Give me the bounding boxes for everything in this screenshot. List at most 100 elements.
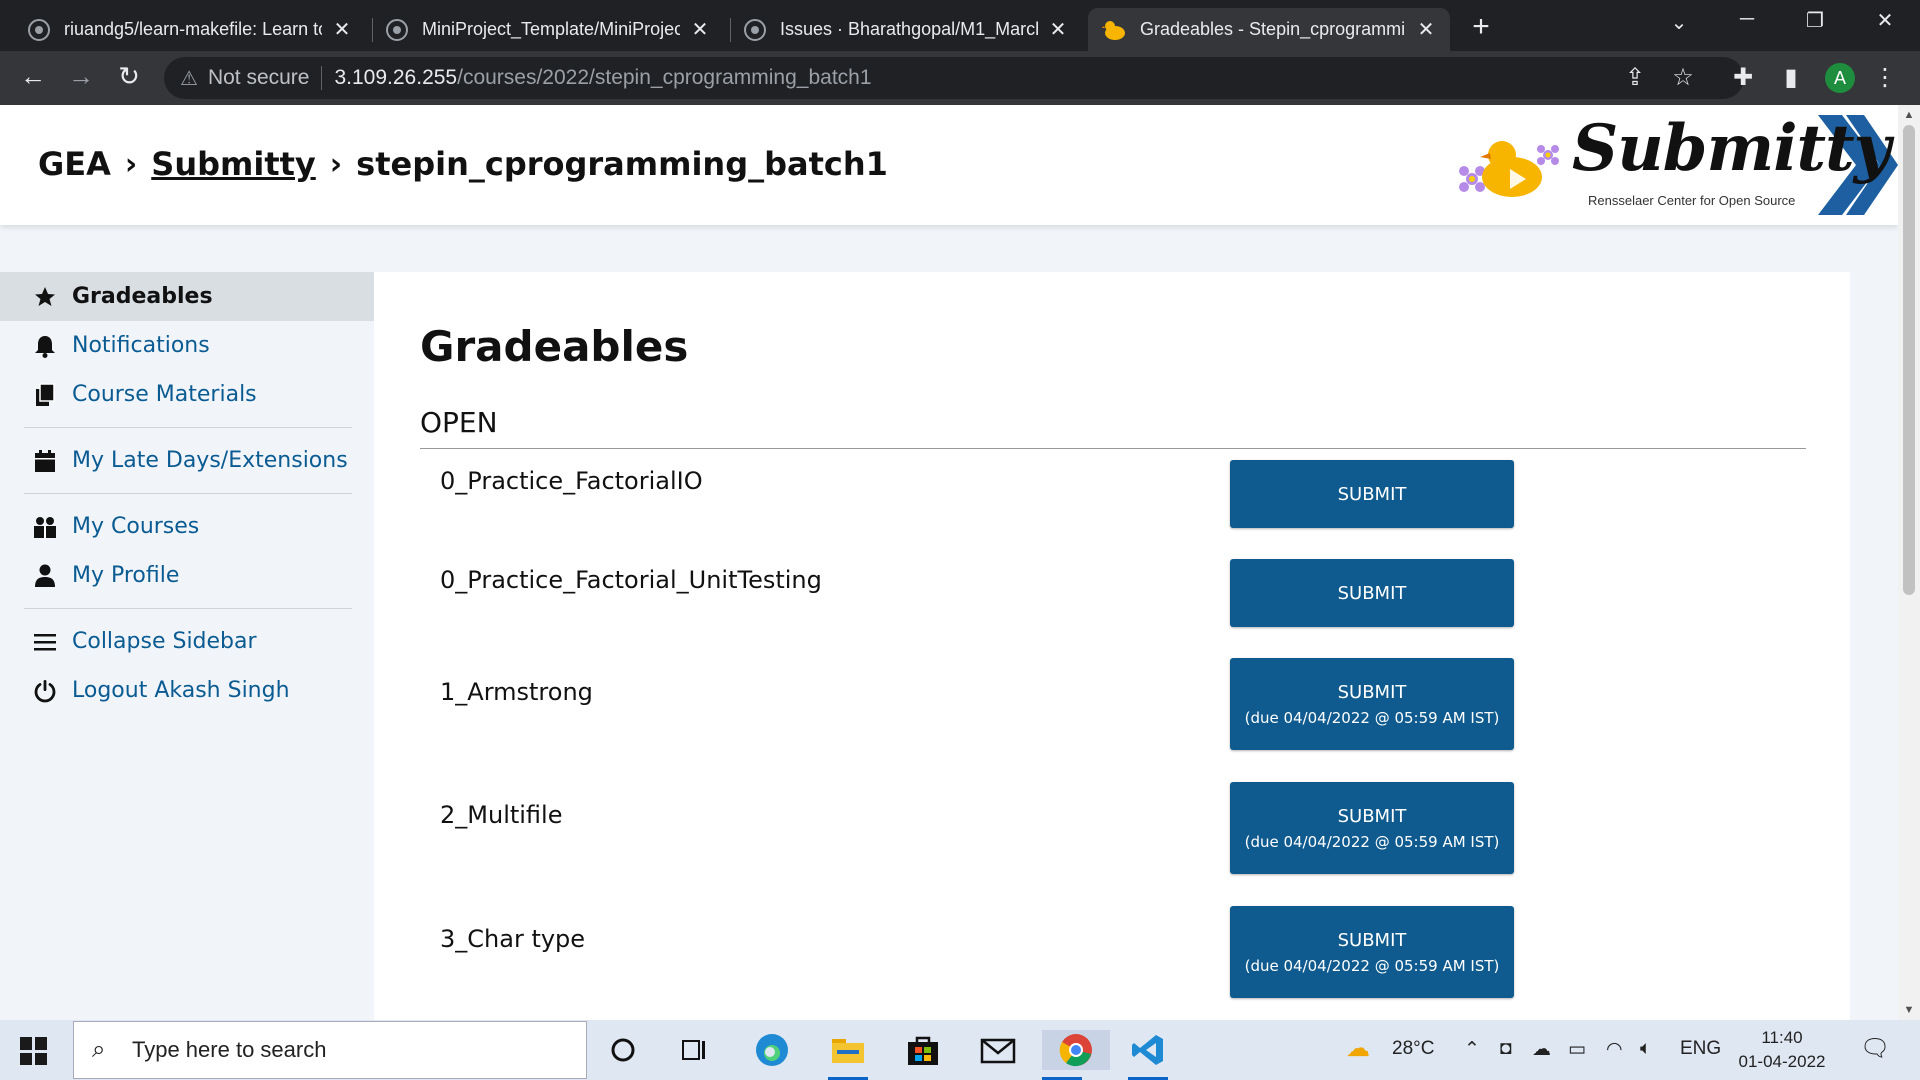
edge-icon[interactable]	[752, 1030, 792, 1070]
submit-button[interactable]: SUBMIT (due 04/04/2022 @ 05:59 AM IST)	[1230, 782, 1514, 874]
tab-title: riuandg5/learn-makefile: Learn to	[64, 19, 322, 39]
side-panel-icon[interactable]: ▮	[1776, 63, 1806, 92]
cortana-icon[interactable]	[603, 1030, 643, 1070]
clock-time: 11:40	[1761, 1028, 1803, 1047]
sidebar-item-label: Notifications	[72, 333, 210, 358]
sidebar-item-late-days[interactable]: My Late Days/Extensions	[0, 436, 374, 485]
submit-button-label: SUBMIT	[1337, 805, 1407, 827]
gradeable-name: 0_Practice_FactorialIO	[440, 467, 703, 495]
url-host: 3.109.26.255	[334, 66, 458, 89]
restore-icon[interactable]: ❐	[1800, 8, 1830, 33]
address-bar[interactable]: ⚠ Not secure 3.109.26.255 /courses/2022/…	[164, 57, 1744, 99]
scrollbar-thumb[interactable]	[1903, 125, 1915, 595]
page-scrollbar[interactable]: ▲ ▼	[1898, 105, 1920, 1020]
browser-toolbar: ← → ↻ ⚠ Not secure 3.109.26.255 /courses…	[0, 51, 1920, 105]
meet-now-icon[interactable]: ◘	[1500, 1038, 1511, 1060]
address-divider	[321, 66, 323, 90]
close-icon[interactable]: ✕	[332, 17, 352, 42]
notification-center-icon[interactable]: 🗨︎	[1860, 1034, 1890, 1063]
browser-tab[interactable]: riuandg5/learn-makefile: Learn to ✕	[14, 8, 366, 51]
profile-avatar[interactable]: A	[1825, 63, 1855, 93]
browser-tab[interactable]: MiniProject_Template/MiniProjec ✕	[372, 8, 724, 51]
chevron-right-icon: ›	[329, 146, 343, 182]
sidebar-item-notifications[interactable]: Notifications	[0, 321, 374, 370]
system-clock[interactable]: 11:40 01-04-2022	[1735, 1026, 1829, 1074]
logo-subtitle: Rensselaer Center for Open Source	[1588, 193, 1796, 208]
mail-icon[interactable]	[978, 1030, 1018, 1070]
more-menu-icon[interactable]: ⋮	[1870, 63, 1900, 92]
browser-tab-strip: riuandg5/learn-makefile: Learn to ✕ Mini…	[0, 0, 1920, 51]
submit-button[interactable]: SUBMIT (due 04/04/2022 @ 05:59 AM IST)	[1230, 906, 1514, 998]
calendar-icon	[32, 448, 58, 474]
bookmark-star-icon[interactable]: ☆	[1668, 63, 1698, 92]
vscode-icon[interactable]	[1128, 1030, 1168, 1080]
submitty-logo[interactable]: Submitty Rensselaer Center for Open Sour…	[1450, 105, 1898, 225]
gradeable-name: 0_Practice_Factorial_UnitTesting	[440, 566, 822, 594]
reload-icon[interactable]: ↻	[112, 61, 146, 92]
submit-button[interactable]: SUBMIT	[1230, 559, 1514, 627]
weather-icon[interactable]: ☁	[1346, 1034, 1370, 1063]
sidebar-item-collapse[interactable]: Collapse Sidebar	[0, 617, 374, 666]
sidebar-item-my-courses[interactable]: My Courses	[0, 502, 374, 551]
task-view-icon[interactable]	[675, 1030, 715, 1070]
gradeable-name: 1_Armstrong	[440, 678, 593, 706]
sidebar-item-course-materials[interactable]: Course Materials	[0, 370, 374, 419]
github-icon	[744, 18, 766, 41]
due-date-label: (due 04/04/2022 @ 05:59 AM IST)	[1244, 832, 1500, 851]
close-icon[interactable]: ✕	[1416, 17, 1436, 42]
close-icon[interactable]: ✕	[1048, 17, 1068, 42]
file-explorer-icon[interactable]	[828, 1030, 868, 1080]
breadcrumb-submitty[interactable]: Submitty	[151, 145, 316, 183]
sidebar-item-my-profile[interactable]: My Profile	[0, 551, 374, 600]
search-placeholder: Type here to search	[132, 1037, 327, 1062]
language-indicator[interactable]: ENG	[1680, 1038, 1721, 1060]
new-tab-icon[interactable]: +	[1466, 10, 1496, 44]
star-icon	[32, 284, 58, 310]
search-icon: ⌕	[92, 1036, 106, 1063]
wifi-icon[interactable]: ◠	[1606, 1038, 1623, 1061]
chevron-down-icon[interactable]: ⌄	[1664, 10, 1694, 35]
browser-tab-active[interactable]: Gradeables - Stepin_cprogrammi ✕	[1088, 8, 1450, 51]
section-divider	[420, 448, 1806, 449]
duck-icon	[1101, 19, 1126, 41]
submit-button[interactable]: SUBMIT (due 04/04/2022 @ 05:59 AM IST)	[1230, 658, 1514, 750]
chrome-icon[interactable]	[1042, 1030, 1110, 1080]
scroll-down-icon[interactable]: ▼	[1898, 1004, 1920, 1016]
window-close-icon[interactable]: ✕	[1870, 8, 1900, 33]
extensions-icon[interactable]: ✚	[1728, 63, 1758, 92]
submit-button[interactable]: SUBMIT	[1230, 460, 1514, 528]
taskbar: ⌕ Type here to search ☁ 28°C ⌃ ◘ ☁ ▭ ◠ 🔈…	[0, 1020, 1920, 1080]
section-heading-open: OPEN	[420, 406, 498, 439]
onedrive-icon[interactable]: ☁	[1532, 1038, 1551, 1061]
windows-start-icon[interactable]	[20, 1037, 48, 1065]
submit-button-label: SUBMIT	[1337, 929, 1407, 951]
tab-title: Gradeables - Stepin_cprogrammi	[1140, 19, 1406, 39]
share-icon[interactable]: ⇪	[1620, 63, 1650, 92]
breadcrumb-gea: GEA	[38, 145, 111, 183]
close-icon[interactable]: ✕	[690, 17, 710, 42]
forward-icon[interactable]: →	[64, 61, 98, 92]
weather-temp[interactable]: 28°C	[1392, 1038, 1434, 1060]
minimize-icon[interactable]: ─	[1732, 8, 1762, 31]
sidebar-item-gradeables[interactable]: Gradeables	[0, 272, 374, 321]
back-icon[interactable]: ←	[16, 61, 50, 92]
files-icon	[32, 382, 58, 408]
tab-title: MiniProject_Template/MiniProjec	[422, 19, 680, 39]
taskbar-search[interactable]: ⌕ Type here to search	[73, 1021, 587, 1079]
chevron-right-icon: ›	[124, 146, 138, 182]
due-date-label: (due 04/04/2022 @ 05:59 AM IST)	[1244, 956, 1500, 975]
chevron-up-icon[interactable]: ⌃	[1464, 1038, 1480, 1061]
battery-icon[interactable]: ▭	[1568, 1038, 1586, 1061]
browser-tab[interactable]: Issues · Bharathgopal/M1_March ✕	[730, 8, 1082, 51]
security-label: Not secure	[207, 66, 310, 89]
sidebar-item-logout[interactable]: Logout Akash Singh	[0, 666, 374, 715]
store-icon[interactable]	[903, 1030, 943, 1070]
gradeable-name: 3_Char type	[440, 925, 586, 953]
sidebar-divider	[24, 493, 352, 494]
scroll-up-icon[interactable]: ▲	[1898, 109, 1920, 121]
gradeable-name: 2_Multifile	[440, 801, 563, 829]
tab-title: Issues · Bharathgopal/M1_March	[780, 19, 1038, 39]
volume-icon[interactable]: 🔈︎	[1640, 1038, 1651, 1060]
github-icon	[386, 18, 408, 41]
sidebar-divider	[24, 608, 352, 609]
